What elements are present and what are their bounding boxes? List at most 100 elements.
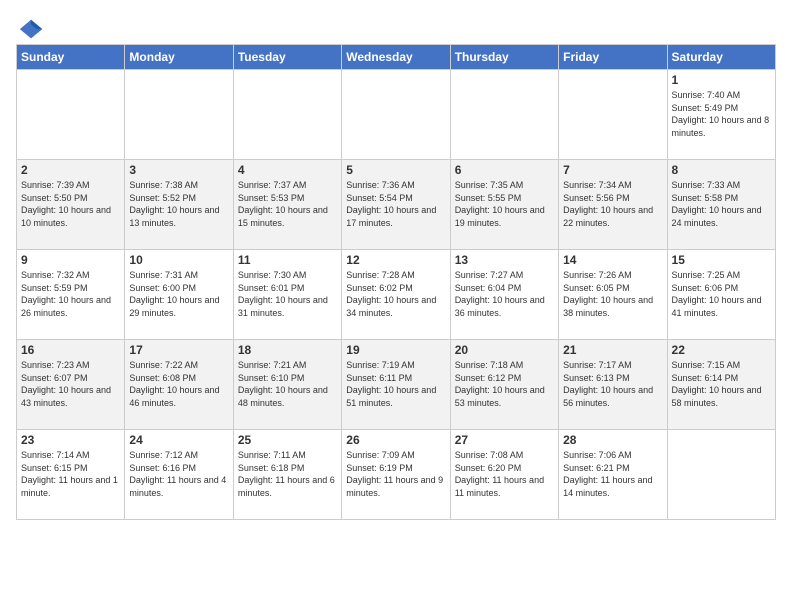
calendar-cell: 5 Sunrise: 7:36 AM Sunset: 5:54 PM Daylig… (342, 160, 450, 250)
day-number: 20 (455, 343, 554, 357)
day-number: 5 (346, 163, 445, 177)
weekday-header-saturday: Saturday (667, 45, 775, 70)
weekday-header-thursday: Thursday (450, 45, 558, 70)
day-info: Sunrise: 7:19 AM Sunset: 6:11 PM Dayligh… (346, 359, 445, 409)
calendar-cell: 11 Sunrise: 7:30 AM Sunset: 6:01 PM Dayli… (233, 250, 341, 340)
day-info: Sunrise: 7:08 AM Sunset: 6:20 PM Dayligh… (455, 449, 554, 499)
calendar-cell: 21 Sunrise: 7:17 AM Sunset: 6:13 PM Dayli… (559, 340, 667, 430)
calendar-cell: 25 Sunrise: 7:11 AM Sunset: 6:18 PM Dayli… (233, 430, 341, 520)
calendar-cell: 1 Sunrise: 7:40 AM Sunset: 5:49 PM Daylig… (667, 70, 775, 160)
page-header (16, 16, 776, 38)
calendar-cell: 28 Sunrise: 7:06 AM Sunset: 6:21 PM Dayli… (559, 430, 667, 520)
day-number: 25 (238, 433, 337, 447)
day-info: Sunrise: 7:22 AM Sunset: 6:08 PM Dayligh… (129, 359, 228, 409)
calendar-cell: 12 Sunrise: 7:28 AM Sunset: 6:02 PM Dayli… (342, 250, 450, 340)
day-info: Sunrise: 7:34 AM Sunset: 5:56 PM Dayligh… (563, 179, 662, 229)
calendar-cell: 13 Sunrise: 7:27 AM Sunset: 6:04 PM Dayli… (450, 250, 558, 340)
day-number: 26 (346, 433, 445, 447)
week-row-3: 9 Sunrise: 7:32 AM Sunset: 5:59 PM Daylig… (17, 250, 776, 340)
day-info: Sunrise: 7:18 AM Sunset: 6:12 PM Dayligh… (455, 359, 554, 409)
day-number: 10 (129, 253, 228, 267)
day-info: Sunrise: 7:06 AM Sunset: 6:21 PM Dayligh… (563, 449, 662, 499)
day-info: Sunrise: 7:27 AM Sunset: 6:04 PM Dayligh… (455, 269, 554, 319)
day-number: 24 (129, 433, 228, 447)
calendar-cell: 3Sunrise: 7:38 AM Sunset: 5:52 PM Daylig… (125, 160, 233, 250)
day-number: 28 (563, 433, 662, 447)
day-info: Sunrise: 7:31 AM Sunset: 6:00 PM Dayligh… (129, 269, 228, 319)
day-number: 1 (672, 73, 771, 87)
week-row-5: 23Sunrise: 7:14 AM Sunset: 6:15 PM Dayli… (17, 430, 776, 520)
day-info: Sunrise: 7:12 AM Sunset: 6:16 PM Dayligh… (129, 449, 228, 499)
calendar-cell: 2Sunrise: 7:39 AM Sunset: 5:50 PM Daylig… (17, 160, 125, 250)
day-info: Sunrise: 7:32 AM Sunset: 5:59 PM Dayligh… (21, 269, 120, 319)
day-info: Sunrise: 7:40 AM Sunset: 5:49 PM Dayligh… (672, 89, 771, 139)
calendar-cell: 24 Sunrise: 7:12 AM Sunset: 6:16 PM Dayli… (125, 430, 233, 520)
calendar-cell: 15 Sunrise: 7:25 AM Sunset: 6:06 PM Dayli… (667, 250, 775, 340)
week-row-4: 16Sunrise: 7:23 AM Sunset: 6:07 PM Dayli… (17, 340, 776, 430)
weekday-header-tuesday: Tuesday (233, 45, 341, 70)
calendar-table: SundayMondayTuesdayWednesdayThursdayFrid… (16, 44, 776, 520)
calendar-cell: 6 Sunrise: 7:35 AM Sunset: 5:55 PM Daylig… (450, 160, 558, 250)
calendar-cell: 16Sunrise: 7:23 AM Sunset: 6:07 PM Dayli… (17, 340, 125, 430)
day-info: Sunrise: 7:25 AM Sunset: 6:06 PM Dayligh… (672, 269, 771, 319)
day-number: 13 (455, 253, 554, 267)
calendar-cell (125, 70, 233, 160)
calendar-cell: 8Sunrise: 7:33 AM Sunset: 5:58 PM Daylig… (667, 160, 775, 250)
day-number: 11 (238, 253, 337, 267)
calendar-cell (667, 430, 775, 520)
day-number: 12 (346, 253, 445, 267)
day-info: Sunrise: 7:14 AM Sunset: 6:15 PM Dayligh… (21, 449, 120, 499)
weekday-header-sunday: Sunday (17, 45, 125, 70)
calendar-cell: 10 Sunrise: 7:31 AM Sunset: 6:00 PM Dayli… (125, 250, 233, 340)
calendar-cell (559, 70, 667, 160)
calendar-cell: 14Sunrise: 7:26 AM Sunset: 6:05 PM Dayli… (559, 250, 667, 340)
day-info: Sunrise: 7:11 AM Sunset: 6:18 PM Dayligh… (238, 449, 337, 499)
day-number: 27 (455, 433, 554, 447)
weekday-header-row: SundayMondayTuesdayWednesdayThursdayFrid… (17, 45, 776, 70)
weekday-header-wednesday: Wednesday (342, 45, 450, 70)
calendar-cell: 4 Sunrise: 7:37 AM Sunset: 5:53 PM Daylig… (233, 160, 341, 250)
day-info: Sunrise: 7:15 AM Sunset: 6:14 PM Dayligh… (672, 359, 771, 409)
day-number: 16 (21, 343, 120, 357)
calendar-cell: 18Sunrise: 7:21 AM Sunset: 6:10 PM Dayli… (233, 340, 341, 430)
calendar-cell: 20 Sunrise: 7:18 AM Sunset: 6:12 PM Dayli… (450, 340, 558, 430)
calendar-cell: 27 Sunrise: 7:08 AM Sunset: 6:20 PM Dayli… (450, 430, 558, 520)
day-number: 4 (238, 163, 337, 177)
day-number: 7 (563, 163, 662, 177)
day-number: 21 (563, 343, 662, 357)
day-number: 18 (238, 343, 337, 357)
weekday-header-monday: Monday (125, 45, 233, 70)
day-info: Sunrise: 7:39 AM Sunset: 5:50 PM Dayligh… (21, 179, 120, 229)
calendar-cell: 9 Sunrise: 7:32 AM Sunset: 5:59 PM Daylig… (17, 250, 125, 340)
day-number: 3 (129, 163, 228, 177)
day-number: 19 (346, 343, 445, 357)
calendar-cell: 26 Sunrise: 7:09 AM Sunset: 6:19 PM Dayli… (342, 430, 450, 520)
day-number: 14 (563, 253, 662, 267)
calendar-cell: 19 Sunrise: 7:19 AM Sunset: 6:11 PM Dayli… (342, 340, 450, 430)
day-number: 15 (672, 253, 771, 267)
week-row-2: 2Sunrise: 7:39 AM Sunset: 5:50 PM Daylig… (17, 160, 776, 250)
logo-icon (18, 16, 46, 44)
week-row-1: 1 Sunrise: 7:40 AM Sunset: 5:49 PM Daylig… (17, 70, 776, 160)
day-info: Sunrise: 7:30 AM Sunset: 6:01 PM Dayligh… (238, 269, 337, 319)
day-number: 9 (21, 253, 120, 267)
day-info: Sunrise: 7:28 AM Sunset: 6:02 PM Dayligh… (346, 269, 445, 319)
calendar-cell (17, 70, 125, 160)
calendar-cell (233, 70, 341, 160)
day-info: Sunrise: 7:09 AM Sunset: 6:19 PM Dayligh… (346, 449, 445, 499)
day-info: Sunrise: 7:37 AM Sunset: 5:53 PM Dayligh… (238, 179, 337, 229)
logo (16, 16, 46, 38)
calendar-cell (342, 70, 450, 160)
day-number: 6 (455, 163, 554, 177)
calendar-cell: 7 Sunrise: 7:34 AM Sunset: 5:56 PM Daylig… (559, 160, 667, 250)
calendar-cell: 23Sunrise: 7:14 AM Sunset: 6:15 PM Dayli… (17, 430, 125, 520)
day-info: Sunrise: 7:35 AM Sunset: 5:55 PM Dayligh… (455, 179, 554, 229)
weekday-header-friday: Friday (559, 45, 667, 70)
calendar-cell: 22 Sunrise: 7:15 AM Sunset: 6:14 PM Dayli… (667, 340, 775, 430)
day-number: 17 (129, 343, 228, 357)
calendar-cell (450, 70, 558, 160)
day-info: Sunrise: 7:17 AM Sunset: 6:13 PM Dayligh… (563, 359, 662, 409)
day-number: 22 (672, 343, 771, 357)
calendar-cell: 17 Sunrise: 7:22 AM Sunset: 6:08 PM Dayli… (125, 340, 233, 430)
day-info: Sunrise: 7:36 AM Sunset: 5:54 PM Dayligh… (346, 179, 445, 229)
